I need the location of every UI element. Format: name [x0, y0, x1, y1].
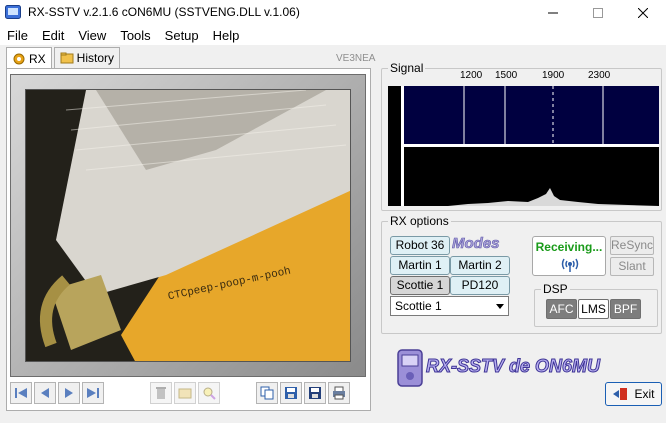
first-image-button[interactable] [10, 382, 32, 404]
menu-bar: File Edit View Tools Setup Help [0, 25, 666, 45]
trash-icon [156, 387, 166, 399]
mode-scottie1-button[interactable]: Scottie 1 [390, 276, 450, 295]
received-image: CTCpeep-poop-m-pooh [25, 89, 351, 362]
app-icon [5, 5, 21, 19]
next-image-button[interactable] [58, 382, 80, 404]
image-nav-buttons [10, 382, 106, 406]
slant-button[interactable]: Slant [610, 257, 654, 276]
gear-icon [13, 53, 25, 64]
menu-setup[interactable]: Setup [158, 25, 206, 45]
menu-tools[interactable]: Tools [113, 25, 157, 45]
folder-icon [60, 52, 74, 64]
rx-options-label: RX options [388, 214, 451, 228]
title-bar: RX-SSTV v.2.1.6 cON6MU (SSTVENG.DLL v.1.… [0, 0, 666, 25]
signal-group-label: Signal [388, 61, 426, 75]
mode-martin2-button[interactable]: Martin 2 [450, 256, 510, 275]
exit-button[interactable]: Exit [605, 382, 662, 406]
copy-button[interactable] [256, 382, 278, 404]
printer-icon [333, 386, 345, 400]
bpf-toggle[interactable]: BPF [610, 299, 641, 319]
main-window: RX-SSTV v.2.1.6 cON6MU (SSTVENG.DLL v.1.… [0, 0, 666, 423]
tab-strip: RX History [6, 47, 122, 69]
maximize-button[interactable] [575, 0, 621, 25]
arrow-left-icon [41, 388, 49, 398]
signal-spectrum [388, 86, 659, 206]
close-button[interactable] [620, 0, 666, 25]
receiving-indicator: Receiving... [532, 236, 606, 276]
freq-tick-2300: 2300 [588, 70, 611, 81]
mode-robot36-button[interactable]: Robot 36 [390, 236, 450, 255]
tab-rx[interactable]: RX [6, 47, 52, 69]
floppy-icon [285, 387, 297, 399]
close-icon [638, 7, 648, 18]
menu-edit[interactable]: Edit [35, 25, 71, 45]
print-button[interactable] [328, 382, 350, 404]
modes-logo: Modes [452, 235, 500, 253]
resync-button[interactable]: ReSync [610, 236, 654, 255]
afc-toggle[interactable]: AFC [546, 299, 577, 319]
window-title: RX-SSTV v.2.1.6 cON6MU (SSTVENG.DLL v.1.… [28, 5, 300, 19]
exit-door-icon [613, 388, 628, 400]
mode-pd120-button[interactable]: PD120 [450, 276, 510, 295]
floppy-save-as-icon [309, 387, 321, 399]
dsp-label: DSP [541, 282, 570, 296]
logo-text: RX-SSTV de ON6MU [425, 356, 601, 377]
skip-first-icon [15, 388, 27, 398]
rx-image-panel: CTCpeep-poop-m-pooh [6, 68, 371, 411]
menu-help[interactable]: Help [206, 25, 247, 45]
folder-open-icon [178, 388, 192, 399]
copy-icon [260, 386, 274, 400]
app-logo: RX-SSTV de ON6MU [396, 346, 601, 390]
minimize-icon [548, 12, 558, 13]
save-as-button[interactable] [304, 382, 326, 404]
magnifier-icon [203, 387, 216, 400]
open-folder-button[interactable] [174, 382, 196, 404]
zoom-button[interactable] [198, 382, 220, 404]
tab-history-label: History [76, 51, 115, 65]
menu-view[interactable]: View [71, 25, 113, 45]
arrow-right-icon [65, 388, 73, 398]
previous-image-button[interactable] [34, 382, 56, 404]
last-image-button[interactable] [82, 382, 104, 404]
maximize-icon [593, 7, 603, 18]
minimize-button[interactable] [530, 0, 576, 25]
tab-history[interactable]: History [53, 47, 121, 68]
image-edit-buttons [150, 382, 222, 406]
mode-select[interactable]: Scottie 1 [390, 296, 509, 316]
image-file-buttons [256, 382, 352, 406]
freq-tick-1200: 1200 [460, 70, 483, 81]
mode-select-value: Scottie 1 [395, 299, 442, 313]
save-button[interactable] [280, 382, 302, 404]
signal-group: Signal 1200 1500 1900 2300 [381, 61, 662, 211]
image-frame: CTCpeep-poop-m-pooh [10, 74, 366, 377]
receiving-status: Receiving... [535, 240, 603, 254]
antenna-icon [561, 258, 579, 272]
tab-rx-label: RX [29, 51, 46, 66]
chevron-down-icon [491, 297, 508, 315]
freq-tick-1900: 1900 [542, 70, 565, 81]
exit-label: Exit [634, 387, 655, 401]
menu-file[interactable]: File [0, 25, 35, 45]
delete-button[interactable] [150, 382, 172, 404]
lms-toggle[interactable]: LMS [578, 299, 609, 319]
freq-tick-1500: 1500 [495, 70, 518, 81]
skip-last-icon [87, 388, 99, 398]
mode-martin1-button[interactable]: Martin 1 [390, 256, 450, 275]
dsp-group: DSP AFC LMS BPF [534, 282, 658, 327]
callsign-label: VE3NEA [336, 53, 376, 64]
sstv-picture: CTCpeep-poop-m-pooh [26, 90, 350, 361]
signal-display [388, 86, 659, 206]
